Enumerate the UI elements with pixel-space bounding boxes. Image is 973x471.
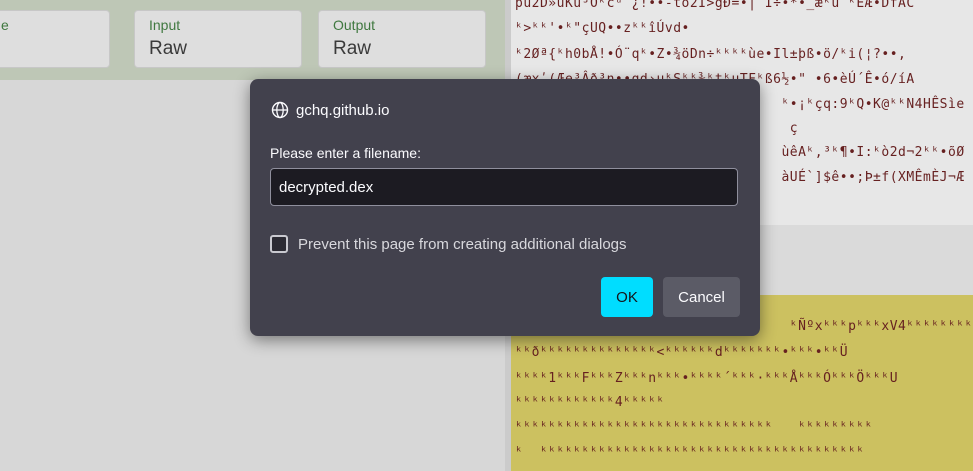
filename-input[interactable] xyxy=(270,168,738,206)
prevent-dialogs-label[interactable]: Prevent this page from creating addition… xyxy=(298,236,627,253)
dialog-origin: gchq.github.io xyxy=(296,101,390,119)
prevent-dialogs-row[interactable]: Prevent this page from creating addition… xyxy=(270,235,627,253)
cancel-button[interactable]: Cancel xyxy=(663,277,740,317)
filename-prompt-dialog: gchq.github.io Please enter a filename: … xyxy=(250,79,760,336)
globe-icon xyxy=(271,101,289,119)
ok-button[interactable]: OK xyxy=(601,277,653,317)
prompt-label: Please enter a filename: xyxy=(270,145,421,161)
dialog-header: gchq.github.io xyxy=(271,99,389,121)
prevent-dialogs-checkbox[interactable] xyxy=(270,235,288,253)
